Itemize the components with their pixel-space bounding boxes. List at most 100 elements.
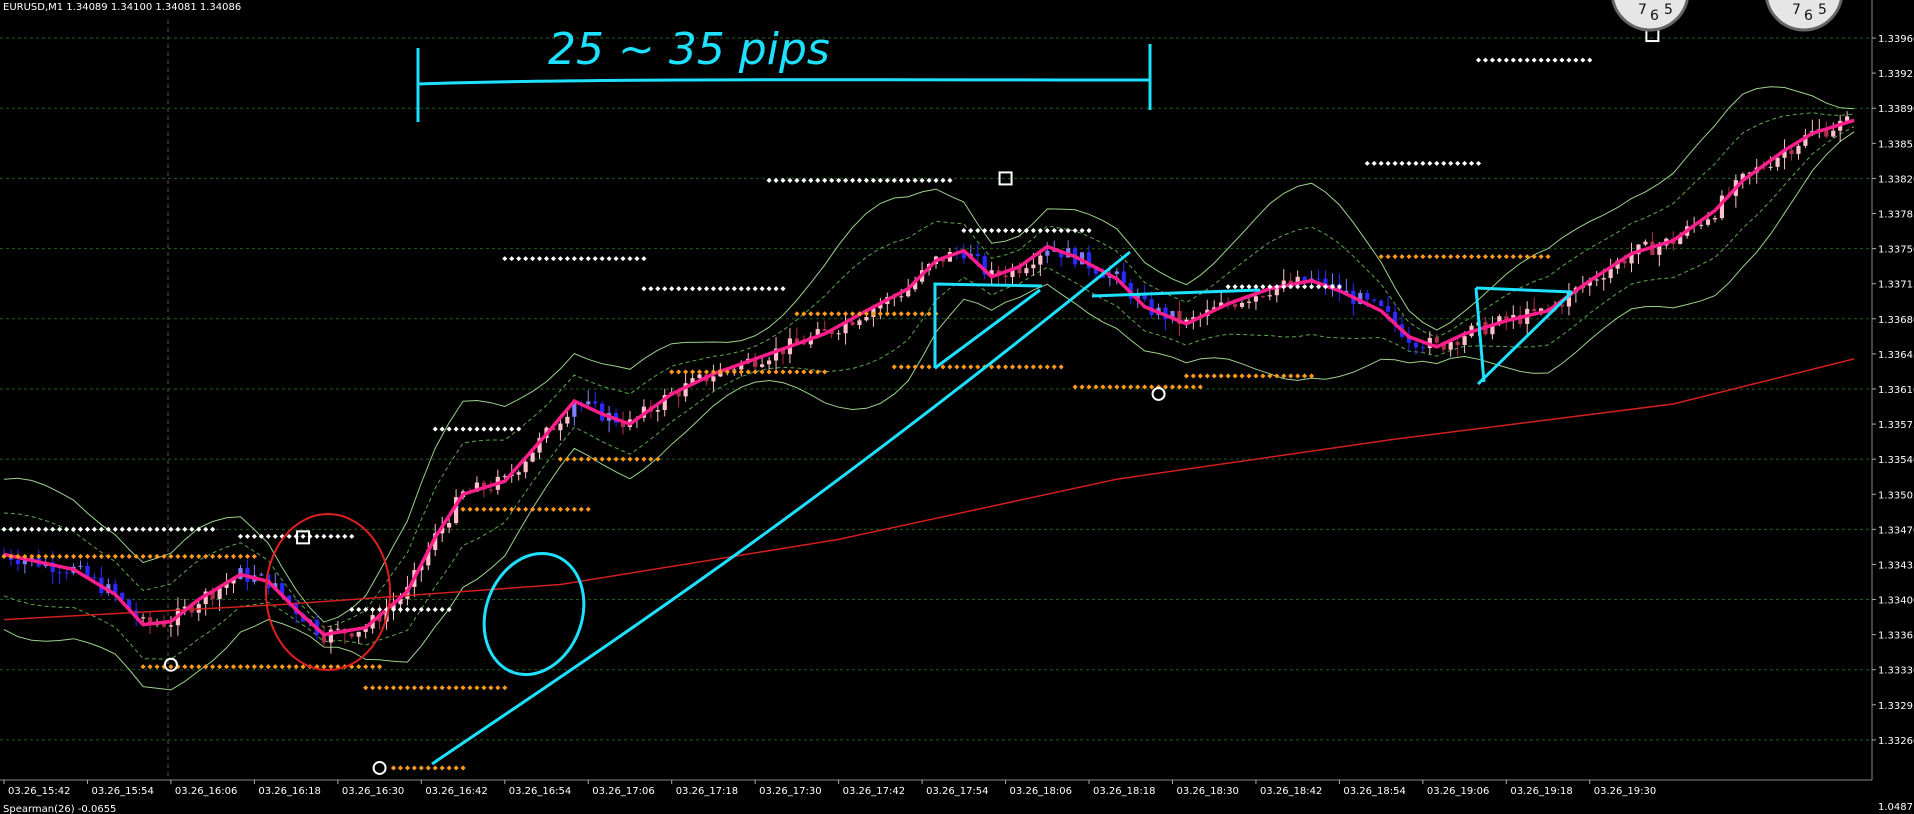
resistance-dot [1559, 57, 1565, 63]
price-chart[interactable]: EURUSD,M1 1.34089 1.34100 1.34081 1.3408… [0, 0, 1914, 814]
candle-body [78, 565, 83, 567]
support-dot [446, 765, 452, 771]
resistance-dot [439, 607, 445, 613]
low-marker [1151, 386, 1166, 401]
support-dot [460, 685, 466, 691]
price-axis[interactable]: 1.33960 1.33925 1.33890 1.33855 1.33820 1.337… [1871, 0, 1914, 780]
resistance-dot [1239, 284, 1245, 290]
moving-averages [3, 118, 1855, 637]
candle-body [975, 253, 980, 257]
resistance-dot [210, 526, 216, 532]
support-dot [1392, 254, 1398, 260]
support-dot [411, 765, 417, 771]
support-dot [377, 685, 383, 691]
flat-line [1091, 288, 1261, 298]
time-tick-label: 03.26_18:06 [1010, 786, 1072, 797]
resistance-dot [175, 526, 181, 532]
price-tick-label: 1.33330 [1878, 666, 1914, 677]
support-dot [926, 364, 932, 370]
support-dot [77, 553, 84, 559]
support-dot [370, 664, 376, 670]
support-dot [237, 553, 244, 559]
resistance-dot [1399, 160, 1405, 166]
support-dot [439, 765, 445, 771]
resistance-dot [975, 228, 981, 234]
support-dot [1162, 384, 1169, 390]
support-dot [126, 553, 132, 559]
resistance-dot [29, 526, 35, 532]
resistance-dot [425, 607, 431, 613]
candle-body [766, 360, 772, 365]
support-dot [488, 506, 494, 512]
resistance-dot [495, 426, 501, 432]
support-dot [1434, 254, 1440, 260]
resistance-dot [370, 607, 376, 613]
time-tick-label: 03.26_17:18 [676, 786, 738, 797]
resistance-dot [627, 256, 633, 262]
resistance-dot [1441, 160, 1447, 166]
candle-body [822, 329, 827, 331]
support-dot [585, 506, 591, 512]
resistance-dot [460, 426, 466, 432]
time-tick-label: 03.26_16:42 [425, 786, 487, 797]
support-dot [370, 685, 376, 691]
candle-body [1045, 250, 1050, 256]
support-dot [1455, 254, 1461, 260]
support-dot [690, 369, 696, 375]
support-dot [1413, 254, 1419, 260]
resistance-dot [516, 426, 522, 432]
support-dot [787, 369, 793, 375]
candle-body [1462, 336, 1467, 346]
support-dot [446, 685, 452, 691]
resistance-dot [690, 286, 696, 292]
support-dot [1538, 254, 1544, 260]
candle-body [57, 572, 62, 574]
candle-body [760, 364, 765, 367]
resistance-dot [57, 526, 63, 532]
support-dot [432, 685, 438, 691]
resistance-dot [585, 256, 591, 262]
support-dot [224, 664, 230, 670]
candle-body [1267, 295, 1272, 297]
price-tick-label: 1.33365 [1878, 631, 1914, 642]
support-dot [1197, 373, 1203, 379]
candle-body [516, 472, 521, 475]
support-dot [773, 369, 779, 375]
resistance-dot [731, 286, 737, 292]
price-tick-label: 1.33785 [1878, 210, 1914, 221]
support-dot [279, 664, 285, 670]
pips-annotation: 25 ~ 35 pips [548, 24, 830, 75]
support-dot [286, 664, 292, 670]
price-tick-label: 1.33470 [1878, 525, 1914, 536]
support-dot [488, 685, 494, 691]
chart-window[interactable]: EURUSD,M1 1.34089 1.34100 1.34081 1.3408… [0, 0, 1914, 814]
candle-body [1420, 347, 1425, 349]
resistance-dot [432, 607, 438, 613]
candle-body [335, 628, 340, 630]
support-dot [947, 364, 953, 370]
resistance-dot [1517, 57, 1523, 63]
support-dot [634, 456, 640, 462]
support-dot [606, 456, 612, 462]
support-dot [217, 553, 223, 559]
resistance-dot [349, 607, 355, 613]
support-dot [467, 506, 473, 512]
resistance-dot [1510, 57, 1516, 63]
candle-body [161, 623, 167, 627]
price-tick-label: 1.33925 [1878, 69, 1914, 80]
resistance-dot [780, 286, 786, 292]
support-dot [453, 765, 459, 771]
price-tick-label: 1.33575 [1878, 420, 1914, 431]
support-dot [696, 369, 703, 375]
resistance-dot [968, 228, 974, 234]
resistance-dot [314, 533, 320, 539]
support-dot [1058, 364, 1064, 370]
resistance-dot [182, 526, 188, 532]
resistance-dot [133, 526, 139, 532]
support-dot [1218, 373, 1224, 379]
resistance-dot [237, 533, 244, 539]
support-dot [404, 685, 410, 691]
time-axis[interactable]: 03.26_15:42 03.26_15:54 03.26_16:06 03.26_1… [0, 779, 1872, 797]
time-tick-label: 03.26_17:42 [843, 786, 905, 797]
resistance-dot [1489, 57, 1495, 63]
